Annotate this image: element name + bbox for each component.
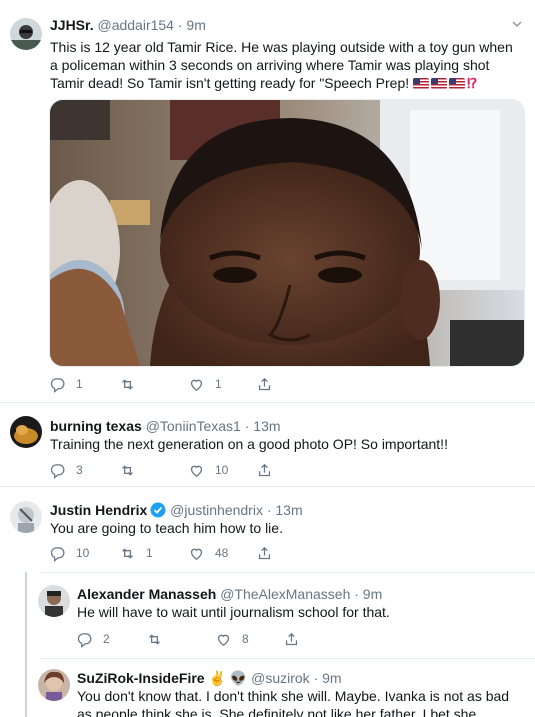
retweet-count: 1 <box>146 546 153 560</box>
timestamp[interactable]: · 13m <box>245 418 281 434</box>
tweet-actions: 2 8 <box>76 629 376 649</box>
tweet-text: This is 12 year old Tamir Rice. He was p… <box>50 39 513 91</box>
tweet-alexander-manasseh[interactable]: Alexander Manasseh @TheAlexManasseh · 9m… <box>0 573 535 658</box>
us-flag-emoji <box>413 78 430 89</box>
avatar[interactable] <box>10 501 42 533</box>
reply-count: 10 <box>76 546 90 560</box>
retweet-button[interactable] <box>119 374 146 394</box>
reply-icon <box>77 632 92 648</box>
timestamp[interactable]: · 9m <box>354 586 382 602</box>
like-icon <box>190 465 203 477</box>
avatar[interactable] <box>10 416 42 448</box>
user-handle[interactable]: @addair154 <box>97 17 174 33</box>
timestamp[interactable]: · 9m <box>314 670 342 686</box>
tweet-actions: 10 1 48 <box>49 543 349 563</box>
like-button[interactable]: 10 <box>188 460 228 480</box>
reply-count: 2 <box>103 632 110 646</box>
display-name[interactable]: SuZiRok-InsideFire <box>77 670 205 686</box>
avatar-image <box>10 501 42 533</box>
reply-button[interactable]: 10 <box>49 543 89 563</box>
tweet-actions: 3 10 <box>49 460 349 480</box>
avatar-image <box>38 669 70 701</box>
share-icon <box>258 546 271 559</box>
avatar[interactable] <box>10 18 42 50</box>
like-icon <box>190 548 203 560</box>
avatar-image <box>38 585 70 617</box>
tweet-jjhsr[interactable]: JJHSr. @addair154 · 9m This is 12 year o… <box>0 0 535 400</box>
chevron-down-icon[interactable] <box>511 18 523 33</box>
reply-button[interactable]: 3 <box>49 460 83 480</box>
reply-icon <box>50 377 65 393</box>
user-handle[interactable]: @ToniinTexas1 <box>146 418 241 434</box>
retweet-icon <box>122 464 133 476</box>
like-icon <box>217 634 230 646</box>
retweet-icon <box>122 378 133 390</box>
user-handle[interactable]: @TheAlexManasseh <box>220 586 350 602</box>
timeline: JJHSr. @addair154 · 9m This is 12 year o… <box>0 0 535 717</box>
retweet-icon <box>122 547 133 559</box>
avatar-image <box>10 416 42 448</box>
tweet-burning-texas[interactable]: burning texas @ToniinTexas1 · 13m Traini… <box>0 403 535 486</box>
tweet-actions: 1 1 <box>49 374 349 394</box>
share-button[interactable] <box>283 629 310 649</box>
user-handle[interactable]: @suzirok <box>251 670 310 686</box>
like-count: 48 <box>215 546 229 560</box>
share-icon <box>285 632 298 645</box>
share-button[interactable] <box>256 374 283 394</box>
avatar[interactable] <box>38 669 70 701</box>
like-button[interactable]: 1 <box>188 374 222 394</box>
tweet-photo[interactable] <box>49 99 525 367</box>
like-button[interactable]: 8 <box>215 629 249 649</box>
like-button[interactable]: 48 <box>188 543 228 563</box>
timestamp[interactable]: · 13m <box>267 502 303 518</box>
display-name[interactable]: JJHSr. <box>50 17 94 33</box>
display-name[interactable]: Alexander Manasseh <box>77 586 216 602</box>
share-button[interactable] <box>256 543 283 563</box>
us-flag-emoji <box>449 78 466 89</box>
reply-count: 3 <box>76 463 83 477</box>
tweet-suzirok[interactable]: SuZiRok-InsideFire ✌️ 👽 @suzirok · 9m Yo… <box>0 659 535 717</box>
tweet-text: You don't know that. I don't think she w… <box>77 688 510 717</box>
tweet-header: burning texas @ToniinTexas1 · 13m <box>50 417 281 435</box>
tweet-text: He will have to wait until journalism sc… <box>77 604 390 620</box>
retweet-button[interactable]: 1 <box>119 543 153 563</box>
reply-count: 1 <box>76 377 83 391</box>
display-name[interactable]: burning texas <box>50 418 142 434</box>
reply-button[interactable]: 1 <box>49 374 83 394</box>
tweet-header: Alexander Manasseh @TheAlexManasseh · 9m <box>77 585 382 603</box>
tweet-header: JJHSr. @addair154 · 9m <box>50 16 206 34</box>
retweet-icon <box>149 633 160 645</box>
like-count: 8 <box>242 632 249 646</box>
tweet-text: You are going to teach him how to lie. <box>50 520 283 536</box>
verified-badge-icon <box>150 502 166 518</box>
avatar[interactable] <box>38 585 70 617</box>
timestamp[interactable]: · 9m <box>178 17 206 33</box>
like-icon <box>190 379 203 391</box>
retweet-button[interactable] <box>119 460 146 480</box>
photo-portrait <box>50 100 524 366</box>
like-count: 1 <box>215 377 222 391</box>
reply-icon <box>50 546 65 562</box>
user-handle[interactable]: @justinhendrix <box>170 502 263 518</box>
avatar-image <box>10 18 42 50</box>
retweet-button[interactable] <box>146 629 173 649</box>
tweet-text: Training the next generation on a good p… <box>50 436 448 452</box>
reply-button[interactable]: 2 <box>76 629 110 649</box>
share-icon <box>258 377 271 390</box>
us-flag-emoji <box>431 78 448 89</box>
display-name[interactable]: Justin Hendrix <box>50 502 147 518</box>
share-icon <box>258 463 271 476</box>
like-count: 10 <box>215 463 229 477</box>
tweet-justin-hendrix[interactable]: Justin Hendrix @justinhendrix · 13m You … <box>0 487 535 572</box>
tweet-header: SuZiRok-InsideFire ✌️ 👽 @suzirok · 9m <box>77 669 342 687</box>
tweet-header: Justin Hendrix @justinhendrix · 13m <box>50 501 303 519</box>
reply-icon <box>50 463 65 479</box>
share-button[interactable] <box>256 460 283 480</box>
interrobang-emoji: ⁉ <box>467 75 478 91</box>
name-emoji: ✌️ 👽 <box>208 670 248 686</box>
